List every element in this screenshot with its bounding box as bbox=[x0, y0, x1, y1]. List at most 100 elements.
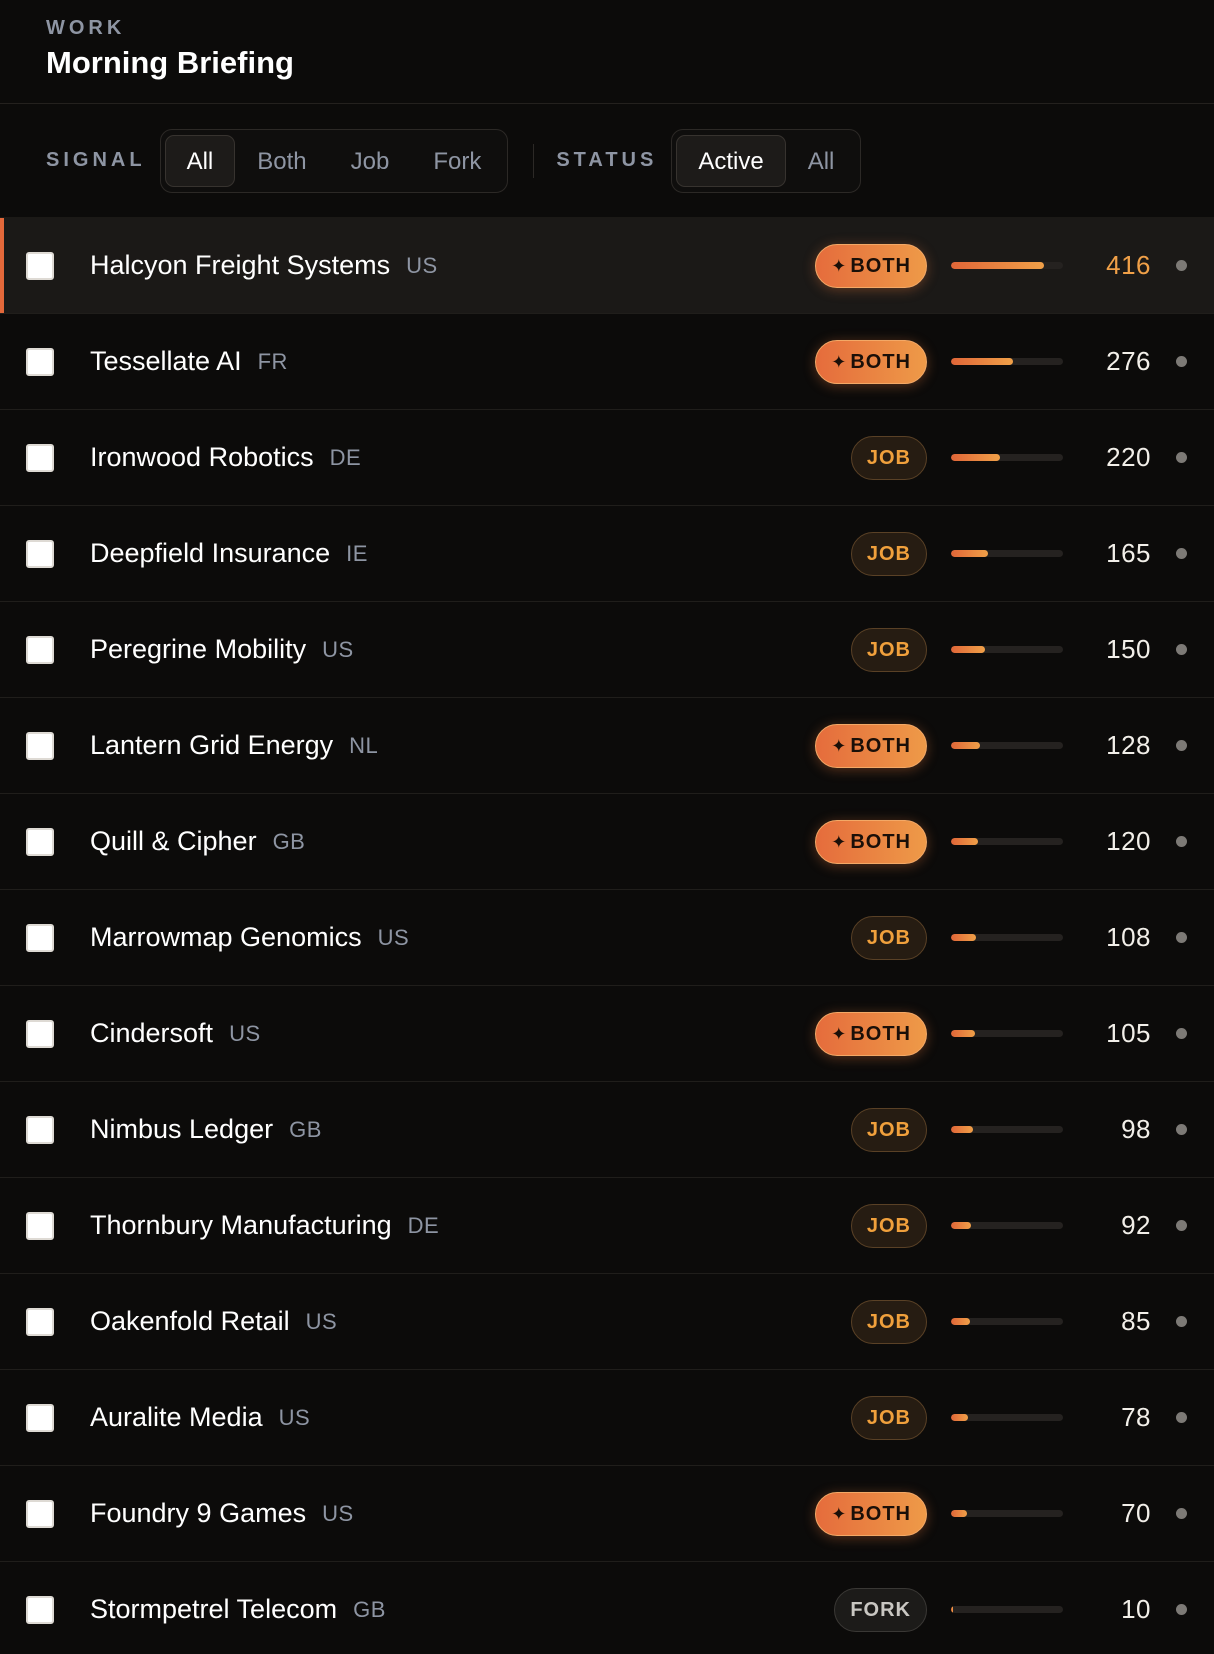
row-checkbox[interactable] bbox=[26, 1019, 54, 1048]
page-header: WORK Morning Briefing bbox=[0, 0, 1214, 104]
country-code: FR bbox=[257, 348, 288, 374]
company-name[interactable]: Auralite Media bbox=[90, 1402, 263, 1433]
company-row[interactable]: Cindersoft US ✦ BOTH 105 bbox=[0, 986, 1214, 1082]
status-filter-all[interactable]: All bbox=[786, 135, 857, 187]
row-checkbox[interactable] bbox=[26, 923, 54, 952]
company-name[interactable]: Deepfield Insurance bbox=[90, 538, 330, 569]
signal-badge: JOB bbox=[850, 1203, 927, 1248]
score-bar-fill bbox=[951, 550, 988, 557]
company-row[interactable]: Nimbus Ledger GB JOB 98 bbox=[0, 1082, 1214, 1178]
score-bar bbox=[951, 1126, 1063, 1133]
country-code: US bbox=[377, 924, 410, 950]
company-row[interactable]: Foundry 9 Games US ✦ BOTH 70 bbox=[0, 1466, 1214, 1562]
row-checkbox[interactable] bbox=[26, 251, 54, 280]
signal-badge-label: JOB bbox=[866, 926, 911, 949]
status-dot-icon bbox=[1176, 1220, 1187, 1231]
score-bar-fill bbox=[951, 358, 1013, 365]
company-row[interactable]: Peregrine Mobility US JOB 150 bbox=[0, 602, 1214, 698]
score-value: 10 bbox=[1121, 1594, 1151, 1624]
company-name[interactable]: Stormpetrel Telecom bbox=[90, 1594, 337, 1625]
signal-badge-label: JOB bbox=[866, 1118, 911, 1141]
country-code: DE bbox=[407, 1212, 440, 1238]
status-dot-icon bbox=[1176, 260, 1187, 271]
score-bar-fill bbox=[951, 454, 1001, 461]
section-eyebrow: WORK bbox=[46, 17, 126, 39]
company-name[interactable]: Quill & Cipher bbox=[90, 826, 257, 857]
sparkle-icon: ✦ bbox=[831, 1503, 848, 1524]
company-name[interactable]: Ironwood Robotics bbox=[90, 442, 314, 473]
country-code: US bbox=[229, 1020, 261, 1046]
company-row[interactable]: Ironwood Robotics DE JOB 220 bbox=[0, 410, 1214, 506]
company-name[interactable]: Thornbury Manufacturing bbox=[90, 1210, 392, 1241]
row-checkbox[interactable] bbox=[26, 827, 54, 856]
company-name[interactable]: Cindersoft bbox=[90, 1018, 213, 1049]
status-dot-icon bbox=[1176, 1124, 1187, 1135]
company-name[interactable]: Nimbus Ledger bbox=[90, 1114, 273, 1145]
row-checkbox[interactable] bbox=[26, 1403, 54, 1432]
company-name[interactable]: Peregrine Mobility bbox=[90, 634, 306, 665]
status-filter-active[interactable]: Active bbox=[676, 134, 786, 187]
score-value: 276 bbox=[1106, 346, 1151, 376]
company-row[interactable]: Marrowmap Genomics US JOB 108 bbox=[0, 890, 1214, 986]
company-row[interactable]: Auralite Media US JOB 78 bbox=[0, 1370, 1214, 1466]
score-value: 98 bbox=[1121, 1114, 1151, 1144]
score-bar-fill bbox=[951, 1222, 972, 1229]
company-name[interactable]: Oakenfold Retail bbox=[90, 1306, 290, 1337]
country-code: US bbox=[305, 1308, 338, 1334]
company-row[interactable]: Tessellate AI FR ✦ BOTH 276 bbox=[0, 314, 1214, 410]
company-row[interactable]: Halcyon Freight Systems US ✦ BOTH 416 bbox=[0, 218, 1214, 314]
signal-filter-all[interactable]: All bbox=[164, 134, 236, 187]
score-value: 165 bbox=[1106, 538, 1151, 568]
score-bar bbox=[951, 1222, 1063, 1229]
company-name[interactable]: Foundry 9 Games bbox=[90, 1498, 306, 1529]
signal-badge-label: BOTH bbox=[850, 1502, 911, 1525]
signal-badge-label: BOTH bbox=[850, 350, 911, 373]
score-value: 128 bbox=[1106, 730, 1151, 760]
company-row[interactable]: Quill & Cipher GB ✦ BOTH 120 bbox=[0, 794, 1214, 890]
signal-filter-both[interactable]: Both bbox=[235, 135, 328, 187]
company-row[interactable]: Thornbury Manufacturing DE JOB 92 bbox=[0, 1178, 1214, 1274]
company-name[interactable]: Lantern Grid Energy bbox=[90, 730, 333, 761]
row-checkbox[interactable] bbox=[26, 1595, 54, 1624]
status-filter-group: Active All bbox=[671, 128, 862, 193]
signal-filter-job[interactable]: Job bbox=[329, 135, 412, 187]
signal-filter-fork[interactable]: Fork bbox=[411, 135, 503, 187]
page-title: Morning Briefing bbox=[46, 45, 294, 80]
score-bar-fill bbox=[951, 934, 976, 941]
row-checkbox[interactable] bbox=[26, 443, 54, 472]
country-code: GB bbox=[353, 1596, 386, 1622]
company-name[interactable]: Marrowmap Genomics bbox=[90, 922, 362, 953]
signal-badge: JOB bbox=[850, 627, 927, 672]
company-name[interactable]: Halcyon Freight Systems bbox=[90, 250, 390, 281]
company-row[interactable]: Deepfield Insurance IE JOB 165 bbox=[0, 506, 1214, 602]
score-value: 416 bbox=[1106, 250, 1151, 280]
company-row[interactable]: Oakenfold Retail US JOB 85 bbox=[0, 1274, 1214, 1370]
row-checkbox[interactable] bbox=[26, 731, 54, 760]
signal-badge: ✦ BOTH bbox=[815, 819, 927, 864]
score-bar-fill bbox=[951, 1414, 969, 1421]
status-dot-icon bbox=[1176, 548, 1187, 559]
row-checkbox[interactable] bbox=[26, 1115, 54, 1144]
status-dot-icon bbox=[1176, 1028, 1187, 1039]
row-checkbox[interactable] bbox=[26, 635, 54, 664]
status-dot-icon bbox=[1176, 1412, 1187, 1423]
score-bar-fill bbox=[951, 1606, 954, 1613]
row-checkbox[interactable] bbox=[26, 1499, 54, 1528]
status-dot-icon bbox=[1176, 836, 1187, 847]
score-value: 108 bbox=[1106, 922, 1151, 952]
row-checkbox[interactable] bbox=[26, 347, 54, 376]
company-row[interactable]: Lantern Grid Energy NL ✦ BOTH 128 bbox=[0, 698, 1214, 794]
score-bar bbox=[951, 1030, 1063, 1037]
signal-badge: ✦ BOTH bbox=[815, 1491, 927, 1536]
signal-badge: ✦ BOTH bbox=[815, 339, 927, 384]
row-checkbox[interactable] bbox=[26, 1211, 54, 1240]
row-checkbox[interactable] bbox=[26, 1307, 54, 1336]
score-bar-fill bbox=[951, 1510, 967, 1517]
status-dot-icon bbox=[1176, 452, 1187, 463]
signal-badge-label: JOB bbox=[866, 1406, 911, 1429]
company-row[interactable]: Stormpetrel Telecom GB FORK 10 bbox=[0, 1562, 1214, 1654]
status-dot-icon bbox=[1176, 1508, 1187, 1519]
row-checkbox[interactable] bbox=[26, 539, 54, 568]
company-name[interactable]: Tessellate AI bbox=[90, 346, 242, 377]
signal-badge-label: JOB bbox=[866, 638, 911, 661]
